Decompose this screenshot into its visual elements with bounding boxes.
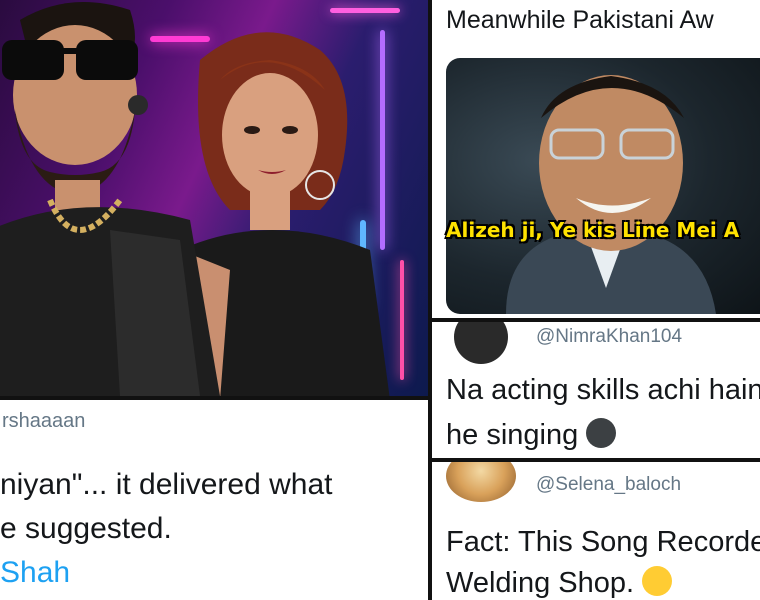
tweet-card-mid: @NimraKhan104 Na acting skills achi hain… xyxy=(432,318,760,458)
man-figure xyxy=(0,2,220,396)
avatar[interactable] xyxy=(454,322,508,364)
tweet-handle[interactable]: rshaaaan xyxy=(2,410,85,433)
tweet-handle[interactable]: @Selena_baloch xyxy=(536,474,681,496)
tweet-text-line: he singing xyxy=(446,418,617,452)
tweet-card-bot: @Selena_baloch Fact: This Song Recorde W… xyxy=(432,458,760,600)
tweet-text-line: e suggested. xyxy=(0,512,172,545)
neon-light xyxy=(330,8,400,13)
tweet-mention-link[interactable]: Shah xyxy=(0,556,70,590)
neutral-face-icon xyxy=(586,418,617,448)
avatar[interactable] xyxy=(446,462,516,502)
tweet-text-line: Welding Shop. xyxy=(446,566,673,600)
tweet-text-fragment: he singing xyxy=(446,419,579,451)
laughing-tears-icon xyxy=(642,566,673,596)
music-video-photo xyxy=(0,0,428,396)
tweet-text-line: Na acting skills achi hain xyxy=(446,374,760,406)
tweet-card-left: rshaaaan niyan"... it delivered what e s… xyxy=(0,396,428,600)
meme-caption: Alizeh ji, Ye kis Line Mei A xyxy=(446,218,740,242)
tweet-handle[interactable]: @NimraKhan104 xyxy=(536,326,682,348)
tweet-text-line: Fact: This Song Recorde xyxy=(446,526,760,558)
meme-image xyxy=(446,58,760,314)
meme-header: Meanwhile Pakistani Aw xyxy=(446,6,714,34)
tweet-text-line: niyan"... it delivered what xyxy=(0,468,333,501)
smiling-man-image xyxy=(506,75,716,314)
tweet-text-fragment: Welding Shop. xyxy=(446,567,635,599)
meme-card: Meanwhile Pakistani Aw Alizeh ji, Ye kis… xyxy=(432,0,760,318)
